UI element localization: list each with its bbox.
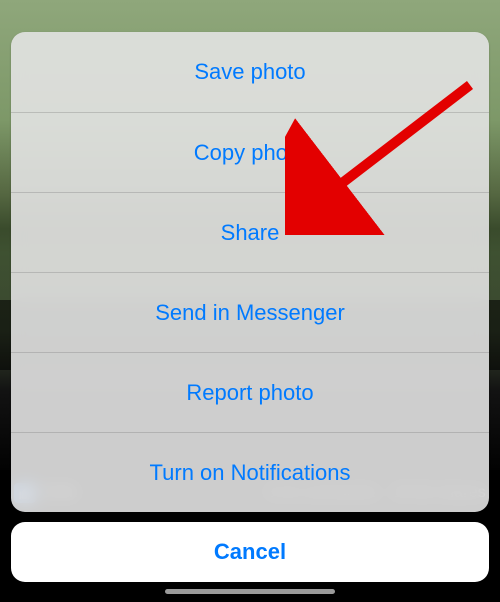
cancel-label: Cancel (214, 539, 286, 565)
save-photo-label: Save photo (194, 59, 305, 85)
copy-photo-button[interactable]: Copy photo (11, 112, 489, 192)
home-indicator (165, 589, 335, 594)
cancel-button[interactable]: Cancel (11, 522, 489, 582)
turn-on-notifications-button[interactable]: Turn on Notifications (11, 432, 489, 512)
share-label: Share (221, 220, 280, 246)
report-photo-button[interactable]: Report photo (11, 352, 489, 432)
action-sheet: Save photo Copy photo Share Send in Mess… (11, 32, 489, 512)
send-in-messenger-label: Send in Messenger (155, 300, 345, 326)
send-in-messenger-button[interactable]: Send in Messenger (11, 272, 489, 352)
share-button[interactable]: Share (11, 192, 489, 272)
copy-photo-label: Copy photo (194, 140, 307, 166)
save-photo-button[interactable]: Save photo (11, 32, 489, 112)
turn-on-notifications-label: Turn on Notifications (150, 460, 351, 486)
action-sheet-container: Save photo Copy photo Share Send in Mess… (11, 0, 489, 582)
report-photo-label: Report photo (186, 380, 313, 406)
